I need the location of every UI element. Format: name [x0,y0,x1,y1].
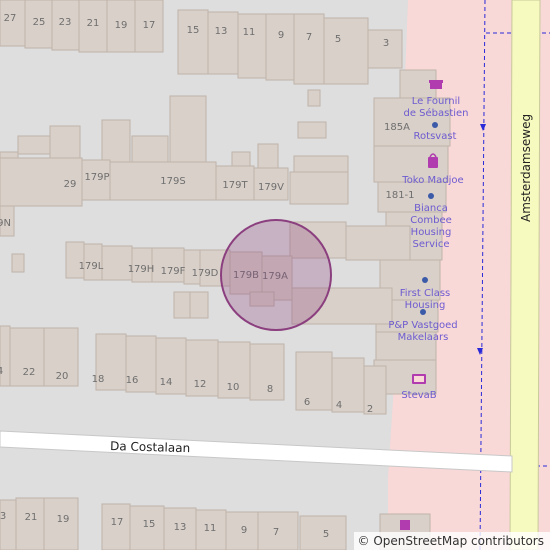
house-number: 12 [194,379,207,390]
street-label-amsterdamseweg: Amsterdamseweg [519,114,533,222]
house-number: 10 [227,382,240,393]
buildings-lower-row [0,325,387,415]
house-number: 179T [222,180,248,191]
poi-label: P&P Vastgoed [388,320,457,331]
house-number: 15 [187,25,200,36]
house-number: 11 [204,523,217,534]
house-number: 11 [243,27,256,38]
poi-label: Service [413,239,450,250]
attribution-text: © OpenStreetMap contributors [357,534,544,548]
poi-label: Makelaars [398,332,449,343]
map-canvas[interactable]: 27 25 23 21 19 17 15 13 11 9 7 5 3 185A … [0,0,550,550]
poi-label: Combee [410,215,452,226]
house-number: 17 [111,517,124,528]
bakery-icon [429,80,443,89]
house-number: 19 [57,514,70,525]
house-number: 21 [87,18,100,29]
house-number: 22 [23,367,36,378]
house-number: 29 [64,179,77,190]
poi-label: Housing [405,300,446,311]
office-dot-icon [422,277,428,283]
tv-shop-icon [412,374,426,384]
poi-label: First Class [400,288,451,299]
poi-label: Rotsvast [414,131,457,142]
office-dot-icon [428,193,434,199]
road-amsterdamseweg[interactable] [509,0,541,550]
house-number: 9 [278,30,284,41]
house-number: 20 [56,371,69,382]
house-number: 179S [160,176,185,187]
house-number: 3 [0,511,6,522]
poi-label: Le Fournil [412,96,460,107]
house-number: 179P [84,172,109,183]
house-number: 21 [25,512,38,523]
house-number: 14 [160,377,173,388]
office-dot-icon [420,309,426,315]
house-number: 27 [4,13,17,24]
house-number: 16 [126,375,139,386]
office-dot-icon [432,122,438,128]
poi-label: Toko Madjoe [401,175,463,186]
house-number: 181-1 [385,190,414,201]
house-number: 179F [161,266,186,277]
house-number: 13 [174,522,187,533]
house-number: 179D [192,268,219,279]
street-label-da-costalaan: Da Costalaan [110,439,190,455]
poi-label: de Sébastien [403,107,468,119]
poi-label: StevaB [401,390,436,401]
house-number: 3 [383,38,389,49]
poi-label: Housing [411,227,452,238]
house-number: 2 [367,404,373,415]
house-number: 7 [273,527,279,538]
house-number: 25 [33,17,46,28]
buildings-top-row [0,0,403,85]
shop-icon-bottom [400,520,410,530]
house-number: 13 [215,26,228,37]
house-number: 6 [304,397,310,408]
house-number: 5 [335,34,341,45]
house-number: 7 [306,32,312,43]
map-attribution[interactable]: © OpenStreetMap contributors [353,532,550,550]
house-number: 8 [267,384,273,395]
poi-label: Bianca [414,203,448,214]
house-number: 23 [59,17,72,28]
house-number: 179H [128,264,155,275]
house-number: 4 [0,366,3,377]
location-marker[interactable] [220,219,332,331]
house-number: 185A [384,122,410,133]
house-number: 18 [92,374,105,385]
house-number: 17 [143,20,156,31]
house-number: 179V [258,182,284,193]
house-number: 15 [143,519,156,530]
house-number: 4 [336,400,342,411]
house-number: 9 [241,525,247,536]
house-number: 19 [115,20,128,31]
buildings-second-row [0,89,349,237]
house-number: 179L [79,261,104,272]
house-number: 9N [0,218,11,229]
house-number: 5 [323,529,329,540]
map-view[interactable]: 27 25 23 21 19 17 15 13 11 9 7 5 3 185A … [0,0,550,550]
